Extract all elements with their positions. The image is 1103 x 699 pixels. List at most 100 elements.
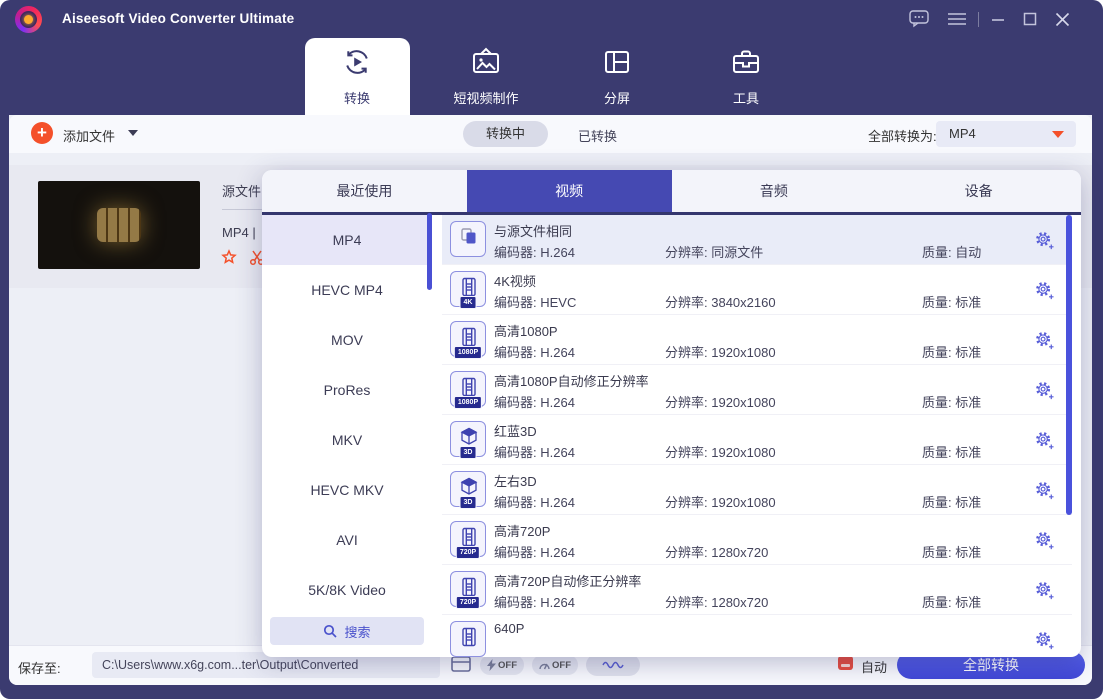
format-group-item[interactable]: MOV (262, 315, 432, 365)
format-type-icon (450, 221, 486, 257)
format-name: 高清1080P自动修正分辨率 (494, 371, 649, 390)
format-row[interactable]: 4K 4K视频 编码器: HEVC 分辨率: 3840x2160 质量: 标准 (442, 265, 1072, 315)
format-details: 编码器: H.264 分辨率: 1920x1080 质量: 标准 (494, 392, 981, 411)
format-name: 640P (494, 621, 524, 636)
format-badge: 720P (456, 546, 480, 559)
speed-toggle[interactable]: OFF (532, 655, 578, 675)
nav-tab-tools[interactable]: 工具 (681, 46, 811, 110)
format-details: 编码器: H.264 分辨率: 1280x720 质量: 标准 (494, 542, 981, 561)
gauge-icon (539, 660, 550, 671)
app-title: Aiseesoft Video Converter Ultimate (62, 11, 294, 26)
output-format-dropdown[interactable]: MP4 (936, 121, 1076, 147)
format-group-item[interactable]: MP4 (262, 215, 432, 265)
format-name: 红蓝3D (494, 421, 537, 440)
format-badge: 1080P (454, 396, 482, 409)
format-details: 编码器: H.264 分辨率: 1920x1080 质量: 标准 (494, 492, 981, 511)
settings-gear-icon[interactable] (1034, 230, 1054, 250)
format-group-item[interactable]: 5K/8K Video (262, 565, 432, 615)
wave-toggle[interactable] (586, 654, 640, 676)
format-search-button[interactable]: 搜索 (270, 617, 424, 645)
format-name: 左右3D (494, 471, 537, 490)
format-name: 高清720P自动修正分辨率 (494, 571, 641, 590)
video-thumbnail (38, 181, 200, 269)
bolt-icon (487, 659, 496, 671)
format-row[interactable]: 与源文件相同 编码器: H.264 分辨率: 同源文件 质量: 自动 (442, 215, 1072, 265)
format-details: 编码器: H.264 分辨率: 1920x1080 质量: 标准 (494, 442, 981, 461)
settings-gear-icon[interactable] (1034, 480, 1054, 500)
video-maker-icon (421, 46, 551, 82)
panel-tab[interactable]: 音频 (672, 170, 877, 212)
hardware-acceleration-toggle[interactable]: OFF (480, 655, 524, 675)
format-group-item[interactable]: HEVC MKV (262, 465, 432, 515)
toolbar: + 添加文件 转换中 已转换 全部转换为: MP4 (9, 115, 1092, 153)
format-group-item[interactable]: AVI (262, 515, 432, 565)
format-details: 编码器: HEVC 分辨率: 3840x2160 质量: 标准 (494, 292, 981, 311)
format-row[interactable]: 1080P 高清1080P自动修正分辨率 编码器: H.264 分辨率: 192… (442, 365, 1072, 415)
format-row[interactable]: 720P 高清720P 编码器: H.264 分辨率: 1280x720 质量:… (442, 515, 1072, 565)
settings-gear-icon[interactable] (1034, 580, 1054, 600)
app-window: Aiseesoft Video Converter Ultimate (0, 0, 1103, 699)
nav-tab-split[interactable]: 分屏 (552, 46, 682, 110)
merge-option-icon[interactable] (838, 656, 853, 670)
format-row[interactable]: 640P (442, 615, 1072, 657)
settings-gear-icon[interactable] (1034, 280, 1054, 300)
minimize-button[interactable] (991, 12, 1005, 26)
format-row[interactable]: 720P 高清720P自动修正分辨率 编码器: H.264 分辨率: 1280x… (442, 565, 1072, 615)
format-details: 编码器: H.264 分辨率: 1920x1080 质量: 标准 (494, 342, 981, 361)
thumbnail-emblem (97, 208, 141, 242)
format-type-icon: 3D (450, 471, 486, 507)
format-type-icon: 1080P (450, 321, 486, 357)
panel-tab[interactable]: 视频 (467, 170, 672, 212)
format-badge: 4K (460, 296, 477, 309)
format-group-item[interactable]: HEVC MP4 (262, 265, 432, 315)
split-screen-icon (552, 46, 682, 82)
close-button[interactable] (1055, 12, 1070, 27)
source-format-text: MP4 | (222, 225, 256, 240)
format-sidebar: MP4HEVC MP4MOVProResMKVHEVC MKVAVI5K/8K … (262, 215, 432, 657)
dropdown-caret-icon (1052, 131, 1064, 138)
menu-icon[interactable] (948, 12, 966, 26)
settings-gear-icon[interactable] (1034, 330, 1054, 350)
format-panel: 最近使用视频音频设备 MP4HEVC MP4MOVProResMKVHEVC M… (262, 170, 1081, 657)
add-files-caret-icon[interactable] (128, 130, 138, 136)
format-name: 高清720P (494, 521, 550, 540)
nav-tab-video-maker[interactable]: 短视频制作 (421, 46, 551, 110)
format-type-icon: 3D (450, 421, 486, 457)
format-name: 与源文件相同 (494, 221, 572, 240)
format-group-item[interactable]: ProRes (262, 365, 432, 415)
format-type-icon: 720P (450, 571, 486, 607)
tab-converting[interactable]: 转换中 (463, 121, 548, 147)
star-wand-icon[interactable] (220, 249, 238, 272)
format-badge: 720P (456, 596, 480, 609)
tab-converted[interactable]: 已转换 (578, 126, 617, 145)
search-label: 搜索 (344, 622, 370, 641)
toolbox-icon (681, 46, 811, 82)
settings-gear-icon[interactable] (1034, 630, 1054, 650)
nav-tab-convert[interactable]: 转换 (292, 46, 422, 110)
feedback-icon[interactable] (908, 9, 930, 29)
panel-tab[interactable]: 设备 (876, 170, 1081, 212)
maximize-button[interactable] (1023, 12, 1037, 26)
open-folder-icon[interactable] (450, 654, 472, 679)
format-type-icon (450, 621, 486, 657)
format-group-item[interactable]: MKV (262, 415, 432, 465)
convert-all-to-label: 全部转换为: (868, 126, 937, 145)
search-icon (323, 624, 337, 638)
settings-gear-icon[interactable] (1034, 530, 1054, 550)
convert-icon (292, 46, 422, 82)
settings-gear-icon[interactable] (1034, 430, 1054, 450)
save-to-label: 保存至: (18, 658, 61, 677)
format-name: 高清1080P (494, 321, 558, 340)
format-list-scrollbar[interactable] (1066, 215, 1072, 515)
sidebar-scrollbar[interactable] (427, 213, 432, 290)
add-file-plus-icon[interactable]: + (31, 122, 53, 144)
format-row[interactable]: 3D 红蓝3D 编码器: H.264 分辨率: 1920x1080 质量: 标准 (442, 415, 1072, 465)
panel-tab[interactable]: 最近使用 (262, 170, 467, 212)
format-badge: 3D (460, 496, 477, 509)
add-files-button[interactable]: 添加文件 (63, 126, 115, 145)
format-row[interactable]: 1080P 高清1080P 编码器: H.264 分辨率: 1920x1080 … (442, 315, 1072, 365)
format-badge: 3D (460, 446, 477, 459)
format-details: 编码器: H.264 分辨率: 同源文件 质量: 自动 (494, 242, 981, 261)
settings-gear-icon[interactable] (1034, 380, 1054, 400)
format-row[interactable]: 3D 左右3D 编码器: H.264 分辨率: 1920x1080 质量: 标准 (442, 465, 1072, 515)
